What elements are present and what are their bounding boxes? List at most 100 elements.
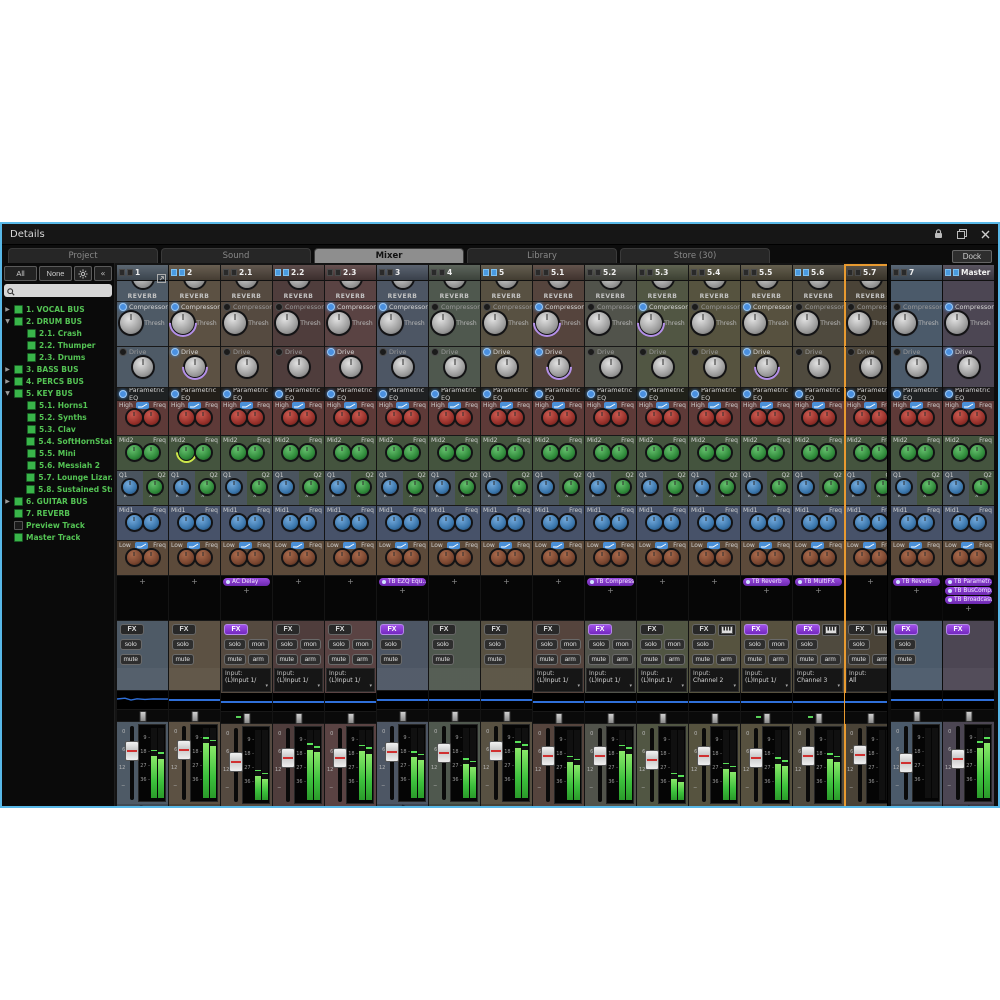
mute-button[interactable]: mute: [484, 654, 506, 665]
track-enable-checkbox[interactable]: [14, 305, 23, 314]
fx-button[interactable]: FX: [640, 624, 664, 635]
pan-slider[interactable]: [169, 710, 220, 722]
mid1-freq-knob[interactable]: [664, 515, 679, 530]
pan-handle[interactable]: [711, 713, 718, 724]
compressor-thresh-knob[interactable]: [946, 312, 968, 334]
eq-power-icon[interactable]: [275, 390, 283, 398]
plugin-power-icon[interactable]: [746, 580, 750, 584]
high-freq-knob[interactable]: [716, 410, 731, 425]
sidebar-item-2-3-drums[interactable]: 2.3. Drums: [4, 351, 112, 363]
drive-knob[interactable]: [185, 357, 205, 377]
reverb-send-knob[interactable]: [757, 281, 777, 288]
mid1-gain-knob[interactable]: [699, 515, 714, 530]
track-enable-checkbox[interactable]: [14, 533, 23, 542]
pan-handle[interactable]: [659, 713, 666, 724]
add-plugin-button[interactable]: +: [243, 587, 250, 594]
high-freq-knob[interactable]: [144, 410, 159, 425]
pan-slider[interactable]: [429, 710, 480, 722]
compressor-thresh-knob[interactable]: [894, 312, 916, 334]
drive-knob[interactable]: [907, 357, 927, 377]
solo-button[interactable]: solo: [172, 639, 194, 650]
eq-power-icon[interactable]: [587, 390, 595, 398]
mute-button[interactable]: mute: [380, 654, 402, 665]
reverb-send-knob[interactable]: [341, 281, 361, 288]
reverb-send-knob[interactable]: [237, 281, 257, 288]
input-selector[interactable]: Input:(L)Input 1/▾: [742, 668, 791, 692]
channel-header[interactable]: 5.2: [585, 265, 636, 281]
sidebar-item-7-reverb[interactable]: 7. REVERB: [4, 507, 112, 519]
q1-knob[interactable]: [331, 480, 345, 494]
mid2-freq-knob[interactable]: [352, 445, 367, 460]
eq-power-icon[interactable]: [223, 390, 231, 398]
sidebar-item-5-3-clav[interactable]: 5.3. Clav: [4, 423, 112, 435]
sidebar-item-5-6-messiah-2[interactable]: 5.6. Messiah 2: [4, 459, 112, 471]
add-plugin-button[interactable]: +: [815, 587, 822, 594]
monitor-button[interactable]: mon: [612, 639, 634, 650]
pan-handle[interactable]: [607, 713, 614, 724]
compressor-thresh-knob[interactable]: [172, 312, 194, 334]
q2-knob[interactable]: [460, 480, 474, 494]
sidebar-item-6-guitar-bus[interactable]: ▶6. GUITAR BUS: [4, 495, 112, 507]
high-gain-knob[interactable]: [127, 410, 142, 425]
compressor-power-icon[interactable]: [327, 303, 335, 311]
plugin-pill[interactable]: TB Broadcast..: [945, 596, 992, 604]
drive-knob[interactable]: [445, 357, 465, 377]
eq-power-icon[interactable]: [691, 390, 699, 398]
tab-store-30-[interactable]: Store (30): [620, 248, 770, 263]
pan-handle[interactable]: [451, 711, 458, 722]
compressor-thresh-knob[interactable]: [796, 312, 818, 334]
compressor-thresh-knob[interactable]: [848, 312, 870, 334]
low-freq-knob[interactable]: [820, 550, 835, 565]
compressor-thresh-knob[interactable]: [120, 312, 142, 334]
drive-power-icon[interactable]: [119, 348, 127, 356]
high-freq-knob[interactable]: [248, 410, 263, 425]
fx-button[interactable]: FX: [692, 624, 716, 635]
input-selector[interactable]: Input:(L)Input 1/▾: [534, 668, 583, 692]
drive-knob[interactable]: [601, 357, 621, 377]
drive-power-icon[interactable]: [945, 348, 953, 356]
mid2-freq-knob[interactable]: [768, 445, 783, 460]
fx-button[interactable]: FX: [588, 624, 612, 635]
low-freq-knob[interactable]: [918, 550, 933, 565]
fx-button[interactable]: FX: [380, 624, 404, 635]
mid2-gain-knob[interactable]: [699, 445, 714, 460]
drive-knob[interactable]: [549, 357, 569, 377]
q1-knob[interactable]: [175, 480, 189, 494]
fader-track[interactable]: [698, 726, 709, 804]
plugin-pill[interactable]: TB Parametr..: [945, 578, 992, 586]
fader-cap[interactable]: [437, 743, 451, 763]
arm-button[interactable]: arm: [768, 654, 790, 665]
mute-button[interactable]: mute: [894, 654, 916, 665]
mid2-freq-knob[interactable]: [300, 445, 315, 460]
high-freq-knob[interactable]: [918, 410, 933, 425]
q1-knob[interactable]: [487, 480, 501, 494]
mid1-freq-knob[interactable]: [404, 515, 419, 530]
compressor-power-icon[interactable]: [587, 303, 595, 311]
input-selector[interactable]: Input:(L)Input 1/▾: [222, 668, 271, 692]
solo-button[interactable]: solo: [796, 639, 818, 650]
low-freq-knob[interactable]: [768, 550, 783, 565]
drive-power-icon[interactable]: [893, 348, 901, 356]
solo-button[interactable]: solo: [276, 639, 298, 650]
low-gain-knob[interactable]: [283, 550, 298, 565]
arm-button[interactable]: arm: [872, 654, 888, 665]
mid1-gain-knob[interactable]: [803, 515, 818, 530]
channel-header[interactable]: 5.6: [793, 265, 844, 281]
plugin-pill[interactable]: TB MultiFX: [795, 578, 842, 586]
mute-button[interactable]: mute: [744, 654, 766, 665]
drive-power-icon[interactable]: [743, 348, 751, 356]
low-gain-knob[interactable]: [699, 550, 714, 565]
plugin-pill[interactable]: TB BusComp..: [945, 587, 992, 595]
mid2-freq-knob[interactable]: [716, 445, 731, 460]
fx-button[interactable]: FX: [796, 624, 820, 635]
drive-power-icon[interactable]: [639, 348, 647, 356]
mid1-freq-knob[interactable]: [872, 515, 887, 530]
eq-power-icon[interactable]: [431, 390, 439, 398]
track-enable-checkbox[interactable]: [14, 317, 23, 326]
channel-header[interactable]: 2.1: [221, 265, 272, 281]
q2-knob[interactable]: [974, 480, 988, 494]
add-plugin-button[interactable]: +: [913, 587, 920, 594]
low-gain-knob[interactable]: [751, 550, 766, 565]
high-gain-knob[interactable]: [803, 410, 818, 425]
high-gain-knob[interactable]: [491, 410, 506, 425]
